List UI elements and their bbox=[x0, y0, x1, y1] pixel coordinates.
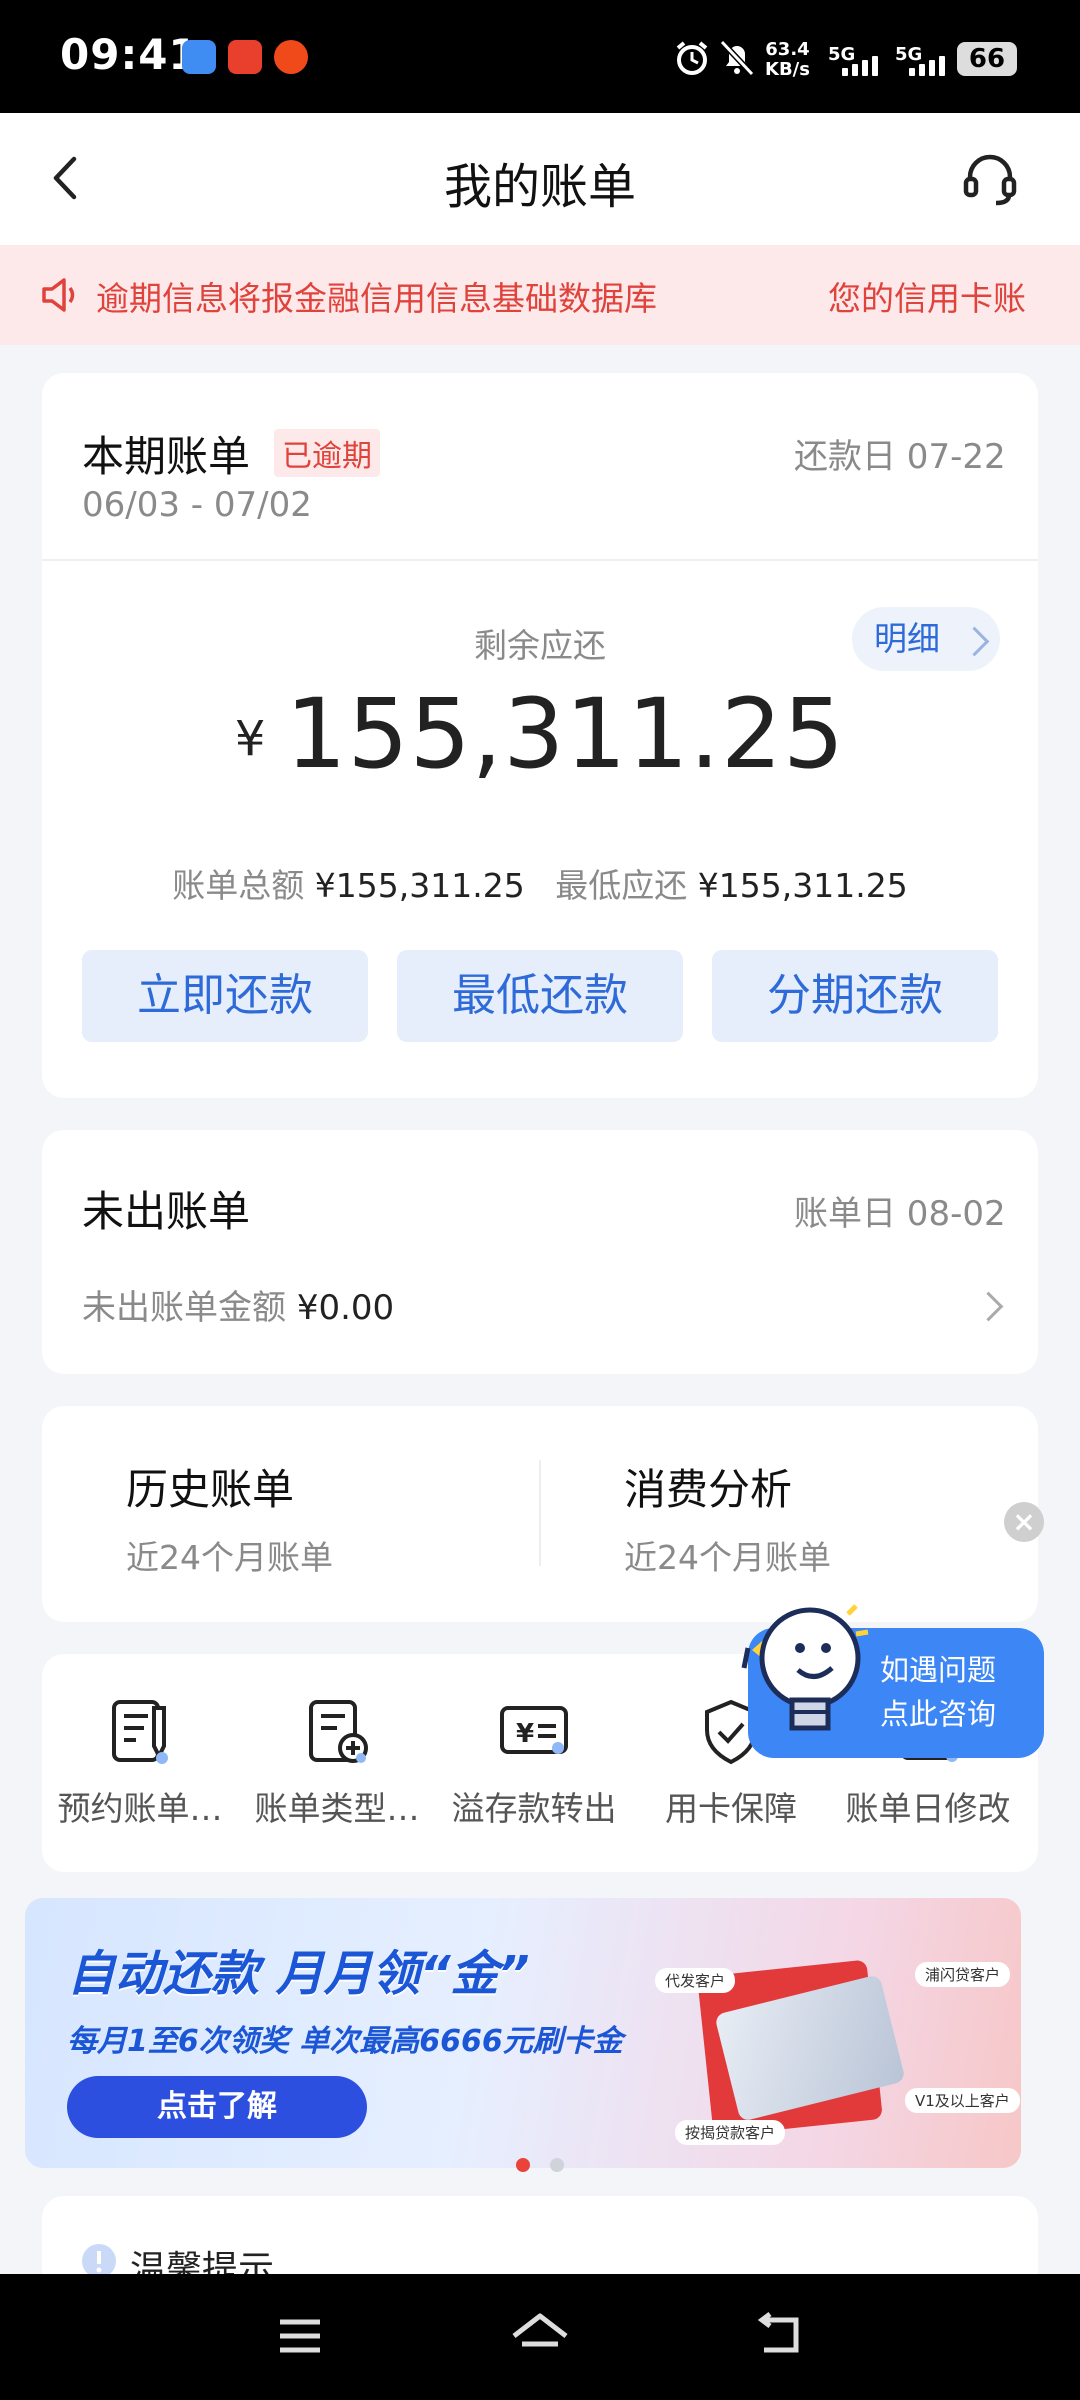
divider bbox=[539, 1460, 541, 1566]
current-bill-title: 本期账单 bbox=[82, 432, 251, 481]
chevron-right-icon bbox=[959, 626, 990, 657]
min-value: ¥155,311.25 bbox=[697, 866, 908, 905]
chevron-right-icon bbox=[973, 1291, 1004, 1322]
status-time: 09:41 bbox=[60, 30, 199, 79]
app-header: 我的账单 bbox=[0, 113, 1080, 245]
min-label: 最低应还 bbox=[555, 866, 688, 905]
banner-badge: 代发客户 bbox=[655, 1968, 736, 1993]
tool-label: 账单类型… bbox=[254, 1789, 420, 1828]
total-value: ¥155,311.25 bbox=[314, 866, 525, 905]
signal-icon bbox=[842, 56, 878, 76]
spending-analysis-link[interactable]: 消费分析 近24个月账单 bbox=[624, 1456, 831, 1579]
close-float-button[interactable]: × bbox=[1004, 1502, 1044, 1542]
app-notification-icon bbox=[228, 40, 262, 74]
tool-label: 溢存款转出 bbox=[451, 1789, 617, 1828]
bill-summary: 账单总额 ¥155,311.25 最低应还 ¥155,311.25 bbox=[42, 859, 1038, 907]
notice-text: 逾期信息将报金融信用信息基础数据库 bbox=[96, 279, 657, 318]
tool-bill-type[interactable]: 账单类型… bbox=[239, 1696, 435, 1830]
tool-transfer-out[interactable]: ¥ 溢存款转出 bbox=[436, 1696, 632, 1830]
yuan-transfer-icon: ¥ bbox=[500, 1706, 568, 1754]
banner-subtitle: 每月1至6次领奖 单次最高6666元刷卡金 bbox=[67, 2024, 623, 2059]
tool-label: 账单日修改 bbox=[845, 1789, 1011, 1828]
tool-label: 预约账单… bbox=[57, 1789, 223, 1828]
unbilled-title: 未出账单 bbox=[82, 1187, 251, 1236]
remaining-amount: ¥155,311.25 bbox=[42, 678, 1038, 790]
unbilled-amount-value: ¥0.00 bbox=[296, 1288, 395, 1328]
banner-title: 自动还款 月月领“金” bbox=[67, 1946, 530, 2002]
spending-analysis-sub: 近24个月账单 bbox=[624, 1538, 831, 1577]
total-label: 账单总额 bbox=[172, 866, 305, 905]
overdue-notice-bar[interactable]: 逾期信息将报金融信用信息基础数据库 您的信用卡账 bbox=[0, 245, 1080, 345]
due-date: 还款日 07-22 bbox=[794, 437, 1006, 477]
installment-button[interactable]: 分期还款 bbox=[712, 950, 998, 1042]
unbilled-card[interactable]: 未出账单 账单日 08-02 未出账单金额 ¥0.00 bbox=[42, 1130, 1038, 1374]
notice-text-scroll: 您的信用卡账 bbox=[828, 279, 1026, 318]
menu-icon[interactable] bbox=[276, 2316, 324, 2356]
banner-learn-more-button[interactable]: 点击了解 bbox=[67, 2076, 367, 2138]
promo-banner[interactable]: 自动还款 月月领“金” 每月1至6次领奖 单次最高6666元刷卡金 点击了解 代… bbox=[25, 1898, 1021, 2168]
currency-symbol: ¥ bbox=[234, 711, 266, 767]
bill-links-card: 历史账单 近24个月账单 消费分析 近24个月账单 bbox=[42, 1406, 1038, 1622]
bill-add-icon bbox=[309, 1700, 368, 1763]
spending-analysis-title: 消费分析 bbox=[624, 1465, 793, 1514]
bill-edit-icon bbox=[112, 1700, 168, 1764]
history-bill-link[interactable]: 历史账单 近24个月账单 bbox=[126, 1456, 333, 1579]
headset-icon[interactable] bbox=[960, 149, 1020, 209]
status-bar: 09:41 63.4 KB/s 5G 5G 66 bbox=[0, 0, 1080, 113]
consult-line1: 如遇问题 bbox=[880, 1653, 997, 1687]
tool-scheduled-bill[interactable]: 预约账单… bbox=[42, 1696, 238, 1830]
detail-label: 明细 bbox=[874, 619, 940, 658]
unbilled-amount-label: 未出账单金额 bbox=[82, 1288, 286, 1328]
speaker-icon bbox=[42, 278, 75, 312]
app-notification-icon bbox=[274, 40, 308, 74]
remaining-amount-value: 155,311.25 bbox=[285, 678, 846, 790]
lightbulb-mascot-icon bbox=[741, 1604, 869, 1731]
banner-badge: 按揭贷款客户 bbox=[675, 2120, 786, 2145]
alarm-icon bbox=[676, 41, 708, 75]
banner-badge: 浦闪贷客户 bbox=[915, 1962, 1011, 1987]
banner-badge: V1及以上客户 bbox=[905, 2088, 1020, 2113]
system-nav-bar bbox=[0, 2274, 1080, 2400]
history-bill-sub: 近24个月账单 bbox=[126, 1538, 333, 1577]
page-title: 我的账单 bbox=[443, 159, 636, 215]
carousel-dot bbox=[550, 2158, 564, 2172]
consult-line2: 点此咨询 bbox=[880, 1697, 997, 1731]
network-speed: 63.4 KB/s bbox=[765, 39, 810, 80]
consult-float-button[interactable]: 如遇问题 点此咨询 bbox=[741, 1604, 1044, 1758]
overdue-badge: 已逾期 bbox=[274, 429, 380, 477]
app-notification-icon bbox=[182, 40, 216, 74]
consult-text: 如遇问题 点此咨询 bbox=[880, 1648, 996, 1736]
bill-day: 账单日 08-02 bbox=[794, 1194, 1006, 1234]
tool-label: 用卡保障 bbox=[665, 1789, 797, 1828]
back-nav-icon[interactable] bbox=[754, 2312, 806, 2358]
carousel-dot-active bbox=[516, 2158, 530, 2172]
repay-now-button[interactable]: 立即还款 bbox=[82, 950, 368, 1042]
signal-icon bbox=[909, 56, 945, 76]
bill-period: 06/03 - 07/02 bbox=[82, 485, 312, 525]
current-bill-card: 本期账单 已逾期 还款日 07-22 06/03 - 07/02 剩余应还 明细… bbox=[42, 373, 1038, 1098]
home-icon[interactable] bbox=[508, 2310, 572, 2360]
history-bill-title: 历史账单 bbox=[126, 1465, 295, 1514]
divider bbox=[42, 559, 1038, 561]
battery-indicator: 66 bbox=[957, 42, 1017, 76]
svg-text:¥: ¥ bbox=[516, 1719, 534, 1749]
min-repay-button[interactable]: 最低还款 bbox=[397, 950, 683, 1042]
mute-icon bbox=[719, 39, 755, 77]
unbilled-amount: 未出账单金额 ¥0.00 bbox=[82, 1280, 394, 1329]
detail-button[interactable]: 明细 bbox=[852, 607, 1000, 671]
